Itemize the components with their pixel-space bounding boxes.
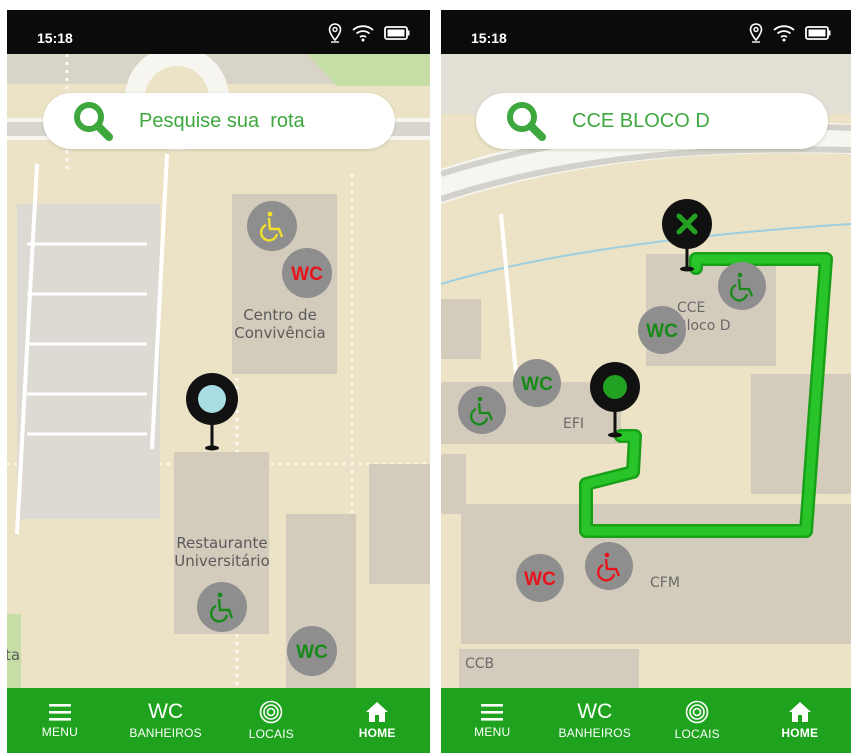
target-icon xyxy=(260,700,283,724)
target-icon xyxy=(685,700,709,724)
map-view[interactable]: CCE Bloco D EFI CFM CCB WC WC WC xyxy=(441,54,851,688)
map-view[interactable]: Centro de Convivência Restaurante Univer… xyxy=(7,54,430,688)
nav-menu-label: MENU xyxy=(474,725,511,739)
nav-home[interactable]: HOME xyxy=(755,701,845,740)
wc-icon: WC xyxy=(577,700,613,723)
nav-home[interactable]: HOME xyxy=(332,701,422,740)
label-ccb: CCB xyxy=(465,656,494,672)
bottom-nav: MENU WC BANHEIROS LOCAIS HOME xyxy=(441,688,851,753)
nav-menu[interactable]: MENU xyxy=(447,702,537,739)
nav-banheiros[interactable]: WC BANHEIROS xyxy=(121,700,211,741)
svg-text:WC: WC xyxy=(646,321,678,342)
label-edge: ta xyxy=(7,646,20,664)
accessible-marker[interactable] xyxy=(718,262,766,310)
screen-route: 15:18 CCE Bloco D EFI CFM CCB WC WC WC C… xyxy=(441,10,851,753)
search-input[interactable] xyxy=(570,108,814,134)
svg-text:WC: WC xyxy=(291,264,323,285)
label-restaurante-line2: Universitário xyxy=(174,552,270,570)
battery-icon xyxy=(384,26,410,40)
label-centro-line2: Convivência xyxy=(234,324,325,342)
menu-icon xyxy=(481,704,504,721)
home-icon xyxy=(788,702,811,722)
battery-icon xyxy=(805,26,831,40)
nav-menu[interactable]: MENU xyxy=(15,702,105,739)
status-time: 15:18 xyxy=(471,30,507,46)
status-bar: 15:18 xyxy=(441,10,851,54)
nav-home-label: HOME xyxy=(781,726,819,740)
wc-marker-red[interactable]: WC xyxy=(516,554,564,602)
svg-text:WC: WC xyxy=(296,642,328,663)
search-icon xyxy=(507,102,546,141)
wc-marker-red[interactable]: WC xyxy=(282,248,332,298)
bottom-nav: MENU WC BANHEIROS LOCAIS HOME xyxy=(7,688,430,753)
wc-marker-green[interactable]: WC xyxy=(513,359,561,407)
nav-banheiros[interactable]: WC BANHEIROS xyxy=(550,700,640,741)
status-bar: 15:18 xyxy=(7,10,430,54)
nav-locais-label: LOCAIS xyxy=(248,727,294,741)
accessible-marker[interactable] xyxy=(458,386,506,434)
nav-banheiros-label: BANHEIROS xyxy=(129,726,202,740)
wc-marker-green[interactable]: WC xyxy=(287,626,337,676)
accessible-marker-green[interactable] xyxy=(197,582,247,632)
accessible-marker-red[interactable] xyxy=(585,542,633,590)
screen-search: 15:18 Centro de Convivência Restaurante … xyxy=(7,10,430,753)
label-cce-line1: CCE xyxy=(677,300,705,316)
wc-icon: WC xyxy=(148,700,184,723)
location-status-icon xyxy=(328,23,342,43)
nav-locais[interactable]: LOCAIS xyxy=(226,700,316,741)
search-icon xyxy=(74,102,113,141)
wifi-icon xyxy=(773,25,795,42)
label-centro-line1: Centro de xyxy=(243,306,317,324)
accessible-marker[interactable] xyxy=(247,201,297,251)
nav-locais-label: LOCAIS xyxy=(674,727,720,741)
search-bar[interactable] xyxy=(476,93,828,149)
nav-locais[interactable]: LOCAIS xyxy=(652,700,742,741)
label-efi: EFI xyxy=(563,416,584,432)
status-time: 15:18 xyxy=(37,30,73,46)
search-input[interactable] xyxy=(137,108,381,134)
nav-home-label: HOME xyxy=(358,726,396,740)
nav-menu-label: MENU xyxy=(41,725,78,739)
wifi-icon xyxy=(352,25,374,42)
svg-text:WC: WC xyxy=(521,374,553,395)
search-bar[interactable] xyxy=(43,93,395,149)
label-cfm: CFM xyxy=(650,575,680,591)
home-icon xyxy=(366,702,389,722)
svg-text:WC: WC xyxy=(524,569,556,590)
location-status-icon xyxy=(749,23,763,43)
label-restaurante-line1: Restaurante xyxy=(176,534,267,552)
wc-marker-green[interactable]: WC xyxy=(638,306,686,354)
menu-icon xyxy=(48,704,71,721)
nav-banheiros-label: BANHEIROS xyxy=(558,726,631,740)
